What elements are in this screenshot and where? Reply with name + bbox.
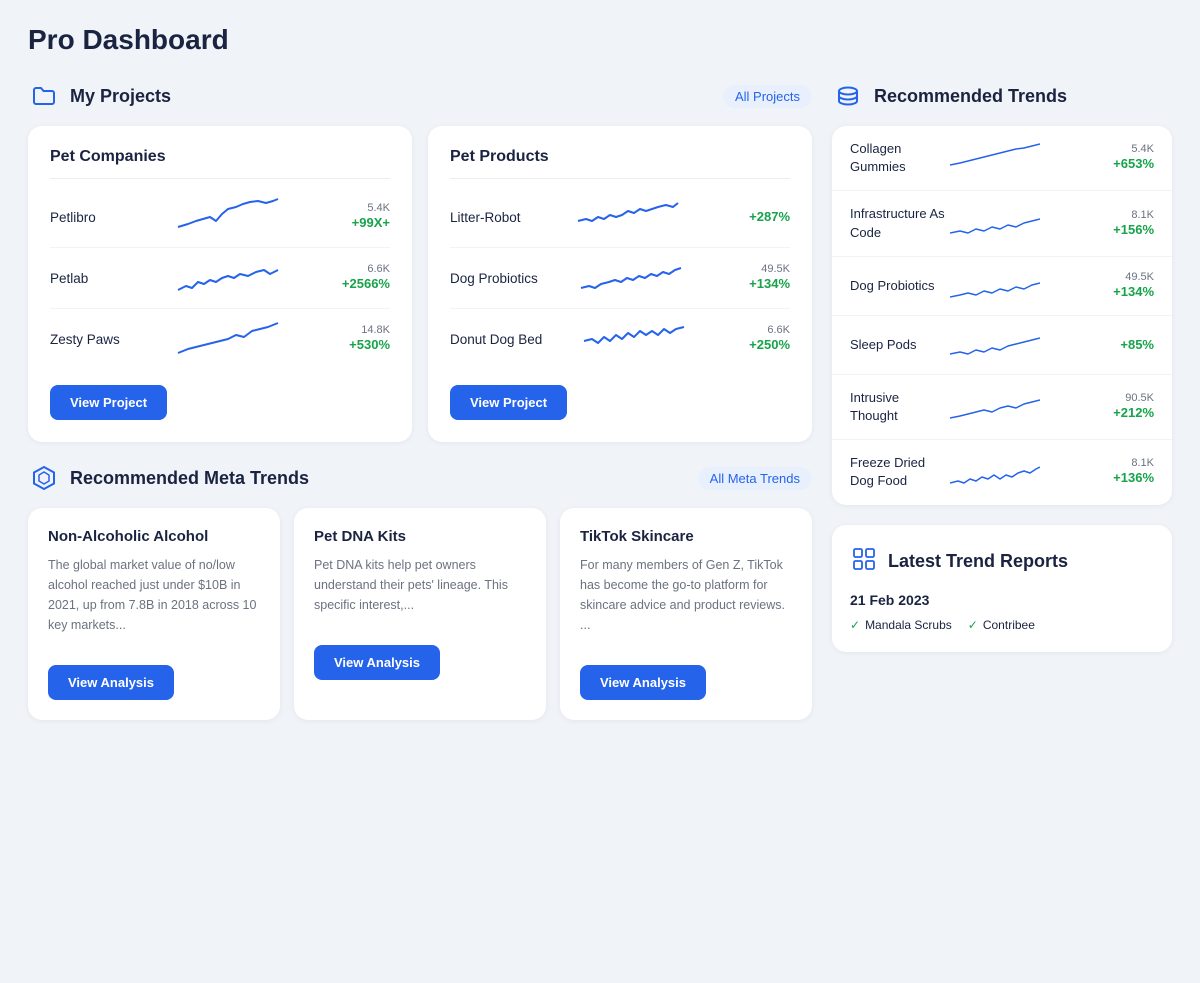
view-analysis-non-alcoholic[interactable]: View Analysis bbox=[48, 665, 174, 700]
sleep-pods-row: Sleep Pods +85% bbox=[832, 316, 1172, 375]
recommended-trends-title: Recommended Trends bbox=[874, 86, 1067, 107]
check-icon-contribee: ✓ bbox=[968, 618, 978, 632]
litter-robot-row: Litter-Robot +287% bbox=[450, 187, 790, 248]
main-grid: My Projects All Projects Pet Companies P… bbox=[28, 80, 1172, 720]
right-column: Recommended Trends Collagen Gummies 5.4K… bbox=[832, 80, 1172, 720]
my-projects-title: My Projects bbox=[70, 86, 171, 107]
latest-reports-title: Latest Trend Reports bbox=[888, 551, 1068, 572]
hex-icon bbox=[28, 462, 60, 494]
freeze-dried-row: Freeze Dried Dog Food 8.1K +136% bbox=[832, 440, 1172, 504]
collagen-gummies-row: Collagen Gummies 5.4K +653% bbox=[832, 126, 1172, 191]
projects-grid: Pet Companies Petlibro 5.4K +99X+ bbox=[28, 126, 812, 442]
infrastructure-as-code-row: Infrastructure As Code 8.1K +156% bbox=[832, 191, 1172, 256]
check-icon-mandala: ✓ bbox=[850, 618, 860, 632]
pet-companies-title: Pet Companies bbox=[50, 148, 390, 166]
reports-icon bbox=[850, 545, 878, 578]
stack-icon bbox=[832, 80, 864, 112]
pet-companies-card: Pet Companies Petlibro 5.4K +99X+ bbox=[28, 126, 412, 442]
view-analysis-pet-dna[interactable]: View Analysis bbox=[314, 645, 440, 680]
pet-products-title: Pet Products bbox=[450, 148, 790, 166]
meta-trends-section: Recommended Meta Trends All Meta Trends … bbox=[28, 462, 812, 720]
meta-trends-title: Recommended Meta Trends bbox=[70, 468, 309, 489]
zesty-paws-row: Zesty Paws 14.8K +530% bbox=[50, 309, 390, 369]
report-items: ✓ Mandala Scrubs ✓ Contribee bbox=[850, 618, 1154, 632]
meta-card-pet-dna: Pet DNA Kits Pet DNA kits help pet owner… bbox=[294, 508, 546, 720]
petlibro-row: Petlibro 5.4K +99X+ bbox=[50, 187, 390, 248]
dog-probiotics-row: Dog Probiotics 49.5K +134% bbox=[450, 248, 790, 309]
report-item-mandala: ✓ Mandala Scrubs bbox=[850, 618, 952, 632]
pet-products-card: Pet Products Litter-Robot +287% bbox=[428, 126, 812, 442]
recommended-trends-section: Recommended Trends Collagen Gummies 5.4K… bbox=[832, 80, 1172, 505]
intrusive-thought-row: Intrusive Thought 90.5K +212% bbox=[832, 375, 1172, 440]
recommended-trends-header: Recommended Trends bbox=[832, 80, 1172, 112]
my-projects-section: My Projects All Projects Pet Companies P… bbox=[28, 80, 812, 442]
page-title: Pro Dashboard bbox=[28, 24, 1172, 56]
view-analysis-tiktok-skincare[interactable]: View Analysis bbox=[580, 665, 706, 700]
my-projects-header: My Projects All Projects bbox=[28, 80, 812, 112]
all-projects-link[interactable]: All Projects bbox=[723, 85, 812, 108]
meta-card-tiktok-skincare: TikTok Skincare For many members of Gen … bbox=[560, 508, 812, 720]
report-item-contribee: ✓ Contribee bbox=[968, 618, 1035, 632]
view-project-pet-companies[interactable]: View Project bbox=[50, 385, 167, 420]
view-project-pet-products[interactable]: View Project bbox=[450, 385, 567, 420]
petlab-row: Petlab 6.6K +2566% bbox=[50, 248, 390, 309]
meta-trends-grid: Non-Alcoholic Alcohol The global market … bbox=[28, 508, 812, 720]
report-date: 21 Feb 2023 bbox=[850, 592, 1154, 608]
latest-trend-reports: Latest Trend Reports 21 Feb 2023 ✓ Manda… bbox=[832, 525, 1172, 652]
folder-icon bbox=[28, 80, 60, 112]
latest-reports-header: Latest Trend Reports bbox=[850, 545, 1154, 578]
meta-trends-header: Recommended Meta Trends All Meta Trends bbox=[28, 462, 812, 494]
all-meta-trends-link[interactable]: All Meta Trends bbox=[698, 467, 812, 490]
dog-probiotics-right-row: Dog Probiotics 49.5K +134% bbox=[832, 257, 1172, 316]
meta-card-non-alcoholic: Non-Alcoholic Alcohol The global market … bbox=[28, 508, 280, 720]
recommended-trends-card: Collagen Gummies 5.4K +653% Infrastructu… bbox=[832, 126, 1172, 505]
donut-dog-bed-row: Donut Dog Bed 6.6K +250% bbox=[450, 309, 790, 369]
left-column: My Projects All Projects Pet Companies P… bbox=[28, 80, 812, 720]
